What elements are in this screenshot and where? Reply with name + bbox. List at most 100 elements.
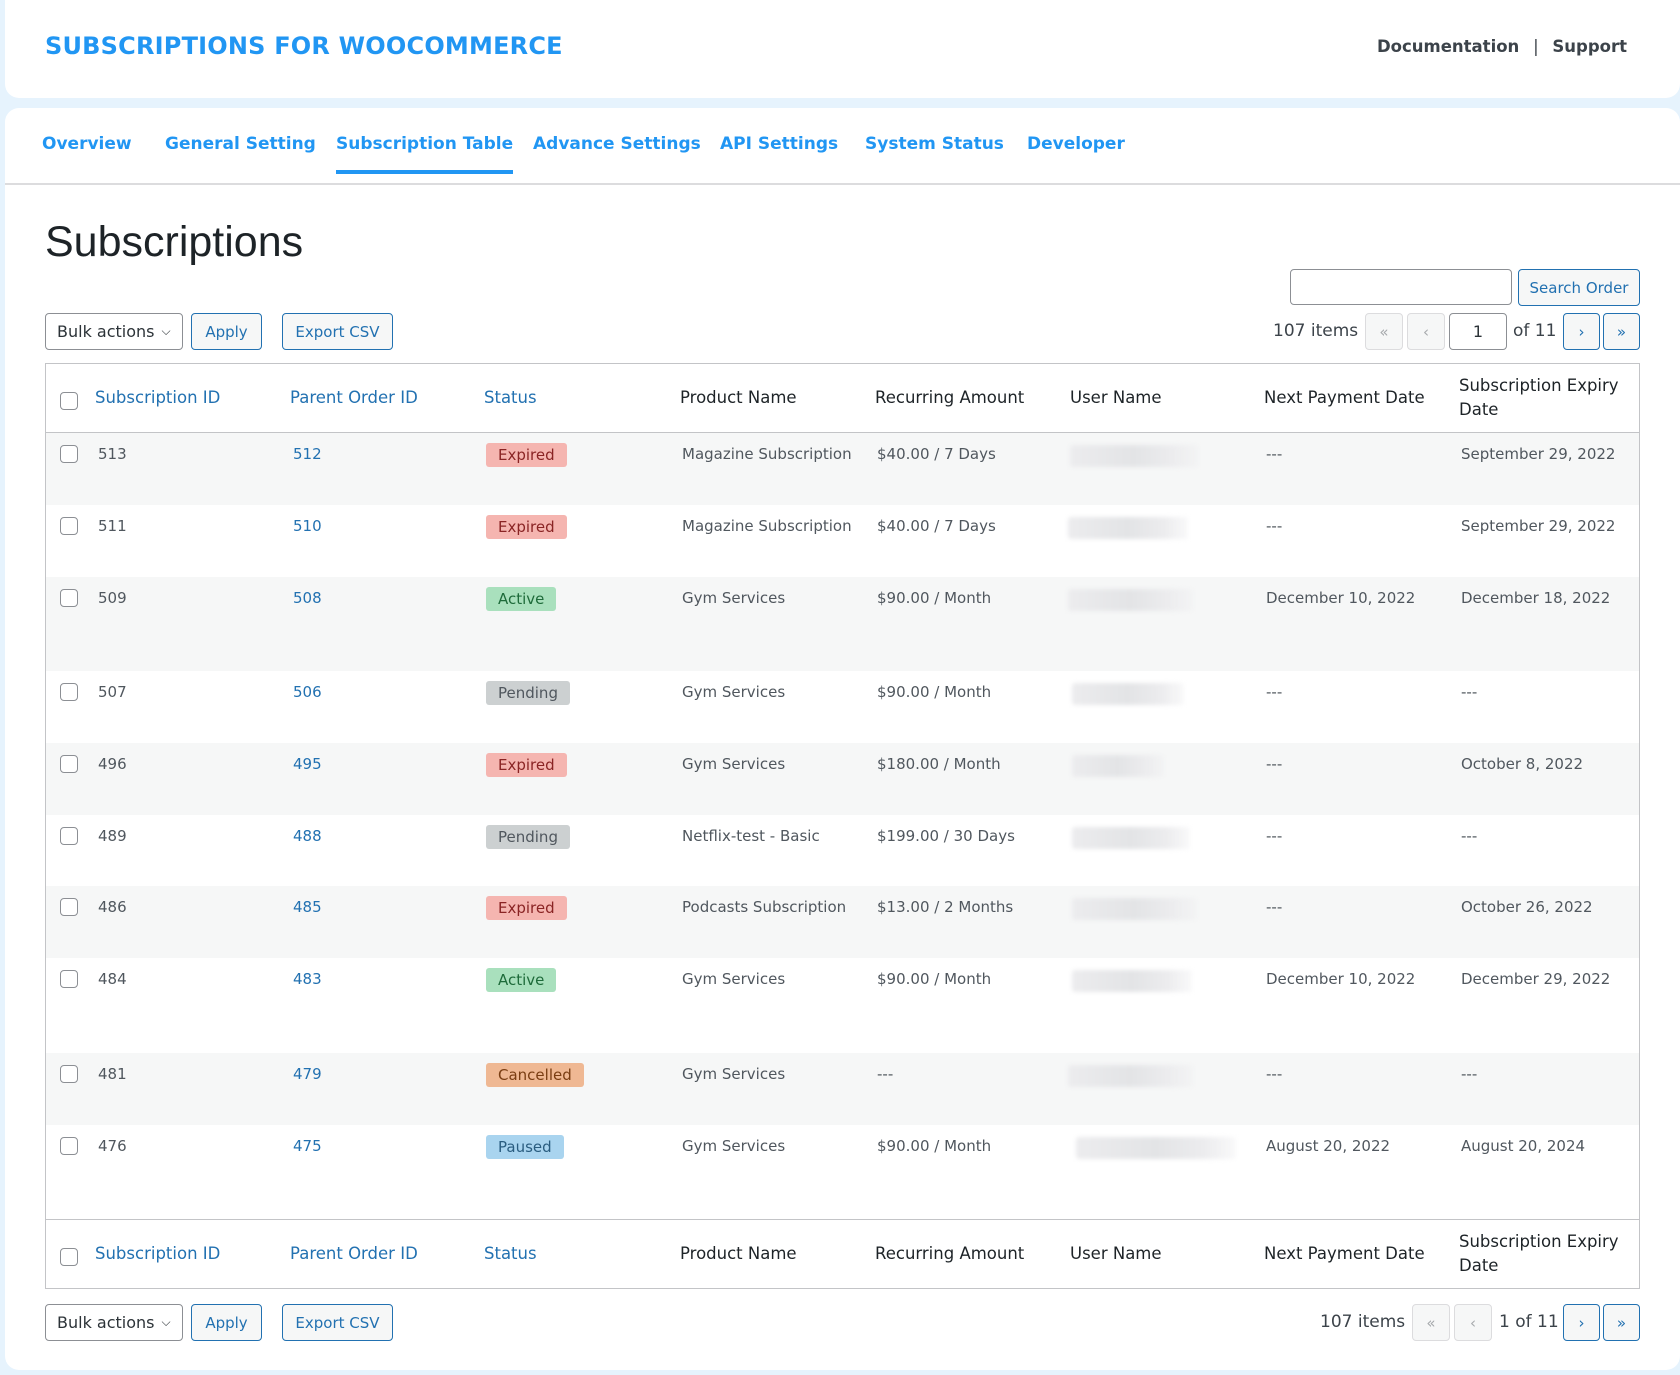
first-page-button-top[interactable]: « xyxy=(1365,313,1403,350)
column-product-name: Product Name xyxy=(680,388,797,407)
recurring-amount: $40.00 / 7 Days xyxy=(877,445,996,463)
status-badge: Expired xyxy=(486,896,567,920)
subscription-id: 489 xyxy=(98,827,127,845)
subscription-expiry-date: October 26, 2022 xyxy=(1461,898,1593,916)
column-subscription-id[interactable]: Subscription ID xyxy=(95,386,220,410)
first-page-button-bottom[interactable]: « xyxy=(1412,1304,1450,1341)
row-checkbox[interactable] xyxy=(60,755,78,773)
row-checkbox[interactable] xyxy=(60,517,78,535)
parent-order-link[interactable]: 485 xyxy=(293,898,322,916)
last-page-button-bottom[interactable]: » xyxy=(1603,1304,1640,1341)
export-csv-button-top[interactable]: Export CSV xyxy=(282,313,393,350)
column-recurring-amount-bottom: Recurring Amount xyxy=(875,1244,1025,1263)
page-indicator-bottom: 1 of 11 xyxy=(1499,1312,1559,1332)
documentation-link[interactable]: Documentation xyxy=(1377,37,1519,56)
product-name: Gym Services xyxy=(682,683,786,701)
user-name-redacted xyxy=(1076,1137,1236,1159)
product-name: Gym Services xyxy=(682,970,786,988)
column-next-payment-date-bottom: Next Payment Date xyxy=(1264,1244,1425,1263)
prev-page-button-top[interactable]: ‹ xyxy=(1407,313,1445,350)
column-parent-order-id-bottom[interactable]: Parent Order ID xyxy=(290,1242,418,1266)
prev-page-button-bottom[interactable]: ‹ xyxy=(1454,1304,1492,1341)
table-footer-header: Subscription ID Parent Order ID Status P… xyxy=(46,1219,1639,1288)
tab-advance-settings[interactable]: Advance Settings xyxy=(533,134,701,174)
subscription-id: 509 xyxy=(98,589,127,607)
parent-order-link[interactable]: 506 xyxy=(293,683,322,701)
subscription-expiry-date: December 18, 2022 xyxy=(1461,589,1611,607)
subscription-id: 496 xyxy=(98,755,127,773)
parent-order-link[interactable]: 508 xyxy=(293,589,322,607)
apply-button-top[interactable]: Apply xyxy=(191,313,262,350)
row-checkbox[interactable] xyxy=(60,1137,78,1155)
current-page-input[interactable] xyxy=(1449,313,1507,350)
parent-order-link[interactable]: 512 xyxy=(293,445,322,463)
table-row: 509 508 Active Gym Services $90.00 / Month De… xyxy=(46,577,1639,671)
subscription-expiry-date: --- xyxy=(1461,1065,1478,1083)
tab-developer[interactable]: Developer xyxy=(1027,134,1125,174)
table-row: 486 485 Expired Podcasts Subscription $13.00… xyxy=(46,886,1639,958)
row-checkbox[interactable] xyxy=(60,445,78,463)
status-badge: Expired xyxy=(486,515,567,539)
chevron-down-icon: ⌵ xyxy=(161,324,171,338)
column-status[interactable]: Status xyxy=(484,386,537,410)
subscription-id: 511 xyxy=(98,517,127,535)
column-parent-order-id[interactable]: Parent Order ID xyxy=(290,386,418,410)
plugin-brand-title: SUBSCRIPTIONS FOR WOOCOMMERCE xyxy=(45,32,563,60)
status-badge: Pending xyxy=(486,681,570,705)
parent-order-link[interactable]: 475 xyxy=(293,1137,322,1155)
apply-button-bottom[interactable]: Apply xyxy=(191,1304,262,1341)
row-checkbox[interactable] xyxy=(60,970,78,988)
table-row: 484 483 Active Gym Services $90.00 / Month De… xyxy=(46,958,1639,1053)
next-page-button-top[interactable]: › xyxy=(1563,313,1600,350)
user-name-redacted xyxy=(1072,683,1184,705)
status-badge: Cancelled xyxy=(486,1063,584,1087)
tab-overview[interactable]: Overview xyxy=(42,134,132,174)
row-checkbox[interactable] xyxy=(60,1065,78,1083)
row-checkbox[interactable] xyxy=(60,898,78,916)
search-order-button[interactable]: Search Order xyxy=(1518,269,1640,306)
subscription-expiry-date: August 20, 2024 xyxy=(1461,1137,1586,1155)
user-name-redacted xyxy=(1072,755,1164,777)
product-name: Podcasts Subscription xyxy=(682,898,847,916)
support-link[interactable]: Support xyxy=(1552,37,1627,56)
parent-order-link[interactable]: 479 xyxy=(293,1065,322,1083)
parent-order-link[interactable]: 483 xyxy=(293,970,322,988)
subscription-id: 507 xyxy=(98,683,127,701)
next-payment-date: December 10, 2022 xyxy=(1266,589,1416,607)
tab-general-setting[interactable]: General Setting xyxy=(165,134,316,174)
column-subscription-id-bottom[interactable]: Subscription ID xyxy=(95,1242,220,1266)
row-checkbox[interactable] xyxy=(60,827,78,845)
column-product-name-bottom: Product Name xyxy=(680,1244,797,1263)
column-status-bottom[interactable]: Status xyxy=(484,1242,537,1266)
tab-api-settings[interactable]: API Settings xyxy=(720,134,838,174)
search-order-input[interactable] xyxy=(1290,269,1512,305)
tab-system-status[interactable]: System Status xyxy=(865,134,1004,174)
select-all-checkbox[interactable] xyxy=(60,392,78,410)
table-row: 476 475 Paused Gym Services $90.00 / Month Au… xyxy=(46,1125,1639,1220)
column-user-name-bottom: User Name xyxy=(1070,1244,1162,1263)
recurring-amount: $90.00 / Month xyxy=(877,683,992,701)
bulk-actions-select-bottom[interactable]: Bulk actions ⌵ xyxy=(45,1304,183,1341)
tab-subscription-table[interactable]: Subscription Table xyxy=(336,134,514,174)
last-page-button-top[interactable]: » xyxy=(1603,313,1640,350)
table-row: 507 506 Pending Gym Services $90.00 / Month -… xyxy=(46,671,1639,743)
table-row: 489 488 Pending Netflix-test - Basic $199.00… xyxy=(46,815,1639,886)
column-subscription-expiry-date: Subscription Expiry Date xyxy=(1459,376,1619,419)
subscription-id: 484 xyxy=(98,970,127,988)
parent-order-link[interactable]: 488 xyxy=(293,827,322,845)
status-badge: Active xyxy=(486,968,557,992)
row-checkbox[interactable] xyxy=(60,683,78,701)
select-all-checkbox-bottom[interactable] xyxy=(60,1248,78,1266)
bulk-actions-select-top[interactable]: Bulk actions ⌵ xyxy=(45,313,183,350)
recurring-amount: $90.00 / Month xyxy=(877,589,992,607)
row-checkbox[interactable] xyxy=(60,589,78,607)
export-csv-button-bottom[interactable]: Export CSV xyxy=(282,1304,393,1341)
next-page-button-bottom[interactable]: › xyxy=(1563,1304,1600,1341)
parent-order-link[interactable]: 495 xyxy=(293,755,322,773)
recurring-amount: --- xyxy=(877,1065,894,1083)
recurring-amount: $180.00 / Month xyxy=(877,755,1001,773)
product-name: Netflix-test - Basic xyxy=(682,827,820,845)
next-payment-date: --- xyxy=(1266,755,1283,773)
column-subscription-expiry-date-bottom: Subscription Expiry Date xyxy=(1459,1232,1619,1275)
parent-order-link[interactable]: 510 xyxy=(293,517,322,535)
